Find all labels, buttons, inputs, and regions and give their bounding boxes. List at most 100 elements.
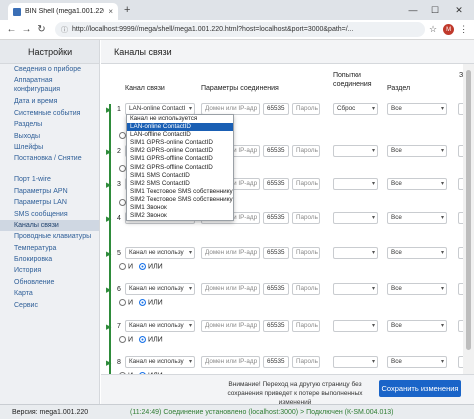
radio-and[interactable]: И: [119, 336, 133, 343]
section-select[interactable]: Все: [387, 356, 447, 368]
section-select[interactable]: Все: [387, 145, 447, 157]
sidebar-item[interactable]: Порт 1-wire: [0, 174, 99, 185]
close-window-button[interactable]: ✕: [448, 0, 470, 20]
dropdown-option[interactable]: Канал не используется: [127, 115, 233, 123]
attempts-select[interactable]: [333, 178, 378, 190]
port-input[interactable]: 65535: [263, 320, 289, 332]
dropdown-option[interactable]: SIM1 GPRS-offline ContactID: [127, 155, 233, 163]
maximize-button[interactable]: ☐: [424, 0, 446, 20]
save-changes-button[interactable]: Сохранить изменения: [379, 380, 461, 397]
forward-button[interactable]: →: [19, 24, 34, 35]
section-select[interactable]: Все: [387, 320, 447, 332]
sidebar-item[interactable]: Параметры APN: [0, 186, 99, 197]
password-input[interactable]: Пароль: [292, 145, 320, 157]
sidebar-item[interactable]: Блокировка: [0, 254, 99, 265]
dropdown-option[interactable]: SIM2 GPRS-online ContactID: [127, 147, 233, 155]
sidebar-item[interactable]: Аппаратная конфигурация: [0, 75, 99, 96]
attempts-select[interactable]: Сброс: [333, 103, 378, 115]
port-input[interactable]: 65535: [263, 356, 289, 368]
sidebar-item[interactable]: Выходы: [0, 131, 99, 142]
port-input[interactable]: 65535: [263, 145, 289, 157]
sidebar-item[interactable]: Каналы связи: [0, 219, 99, 232]
sidebar-item[interactable]: Обновление: [0, 277, 99, 288]
dropdown-option[interactable]: SIM2 SMS ContactID: [127, 180, 233, 188]
host-input[interactable]: Домен или IP-адр: [201, 247, 260, 259]
scrollbar-thumb[interactable]: [466, 70, 471, 350]
sidebar-item[interactable]: Температура: [0, 243, 99, 254]
dropdown-option[interactable]: SIM1 Текстовое SMS собственнику: [127, 188, 233, 196]
radio-or[interactable]: ИЛИ: [139, 336, 163, 343]
radio-and[interactable]: И: [119, 263, 133, 270]
section-select[interactable]: Все: [387, 212, 447, 224]
password-input[interactable]: Пароль: [292, 103, 320, 115]
attempts-select[interactable]: [333, 283, 378, 295]
port-input[interactable]: 65535: [263, 103, 289, 115]
sidebar-item[interactable]: Карта: [0, 288, 99, 299]
dropdown-option[interactable]: SIM1 GPRS-online ContactID: [127, 139, 233, 147]
channel-select[interactable]: Канал не использу: [125, 283, 195, 295]
attempts-select[interactable]: [333, 145, 378, 157]
sidebar-item[interactable]: Сведения о приборе: [0, 64, 99, 75]
host-input[interactable]: Домен или IP-адр: [201, 356, 260, 368]
main-scrollbar[interactable]: [463, 64, 474, 374]
dropdown-option[interactable]: SIM2 Текстовое SMS собственнику: [127, 196, 233, 204]
radio-or[interactable]: ИЛИ: [139, 263, 163, 270]
radio-and-control[interactable]: [119, 165, 126, 172]
radio-and-control[interactable]: [119, 263, 126, 270]
radio-and-control[interactable]: [119, 336, 126, 343]
info-icon[interactable]: ⓘ: [61, 25, 68, 35]
new-tab-button[interactable]: +: [124, 4, 130, 16]
sidebar-item[interactable]: SMS сообщения: [0, 209, 99, 220]
attempts-select[interactable]: [333, 212, 378, 224]
sidebar-item[interactable]: Сервис: [0, 300, 99, 311]
dropdown-option[interactable]: SIM1 Звонок: [127, 204, 233, 212]
browser-tab[interactable]: BIN Shell (mega1.001.220) ×: [8, 3, 118, 20]
dropdown-option[interactable]: SIM1 SMS ContactID: [127, 172, 233, 180]
sidebar-item[interactable]: История: [0, 265, 99, 276]
password-input[interactable]: Пароль: [292, 356, 320, 368]
section-select[interactable]: Все: [387, 247, 447, 259]
channel-select[interactable]: Канал не использу: [125, 320, 195, 332]
dropdown-option[interactable]: SIM2 GPRS-offline ContactID: [127, 164, 233, 172]
sidebar-item[interactable]: Разделы: [0, 119, 99, 130]
port-input[interactable]: 65535: [263, 283, 289, 295]
attempts-select[interactable]: [333, 356, 378, 368]
radio-or-control[interactable]: [139, 299, 147, 306]
attempts-select[interactable]: [333, 320, 378, 332]
section-select[interactable]: Все: [387, 283, 447, 295]
radio-and[interactable]: И: [119, 299, 133, 306]
sidebar-item[interactable]: Шлейфы: [0, 142, 99, 153]
password-input[interactable]: Пароль: [292, 247, 320, 259]
back-button[interactable]: ←: [4, 24, 19, 35]
port-input[interactable]: 65535: [263, 247, 289, 259]
channel-dropdown-list[interactable]: Канал не используется LAN-online ContactI…: [126, 114, 234, 222]
password-input[interactable]: Пароль: [292, 283, 320, 295]
reload-button[interactable]: ↻: [34, 24, 49, 35]
port-input[interactable]: 65535: [263, 212, 289, 224]
sidebar-item[interactable]: Параметры LAN: [0, 197, 99, 208]
password-input[interactable]: Пароль: [292, 212, 320, 224]
url-input[interactable]: ⓘ http://localhost:9999//mega/shell/mega…: [55, 22, 425, 37]
sidebar-item[interactable]: Системные события: [0, 108, 99, 119]
tab-close-icon[interactable]: ×: [108, 7, 113, 16]
sidebar-item[interactable]: Постановка / Снятие: [0, 153, 99, 174]
channel-select[interactable]: Канал не использу: [125, 247, 195, 259]
host-input[interactable]: Домен или IP-адр: [201, 320, 260, 332]
radio-or-control[interactable]: [139, 336, 147, 343]
dropdown-option[interactable]: LAN-offline ContactID: [127, 131, 233, 139]
attempts-select[interactable]: [333, 247, 378, 259]
radio-or[interactable]: ИЛИ: [139, 299, 163, 306]
profile-avatar[interactable]: M: [443, 24, 455, 35]
channel-select[interactable]: Канал не использу: [125, 356, 195, 368]
radio-and-control[interactable]: [119, 132, 126, 139]
section-select[interactable]: Все: [387, 178, 447, 190]
browser-menu-icon[interactable]: ⋮: [459, 24, 468, 35]
sidebar-item[interactable]: Проводные клавиатуры: [0, 231, 99, 242]
dropdown-option[interactable]: LAN-online ContactID: [127, 123, 233, 132]
password-input[interactable]: Пароль: [292, 178, 320, 190]
sidebar-item[interactable]: Дата и время: [0, 96, 99, 107]
radio-and-control[interactable]: [119, 199, 126, 206]
radio-and-control[interactable]: [119, 299, 126, 306]
radio-or-control[interactable]: [139, 263, 147, 270]
bookmark-star-icon[interactable]: ☆: [429, 24, 437, 35]
